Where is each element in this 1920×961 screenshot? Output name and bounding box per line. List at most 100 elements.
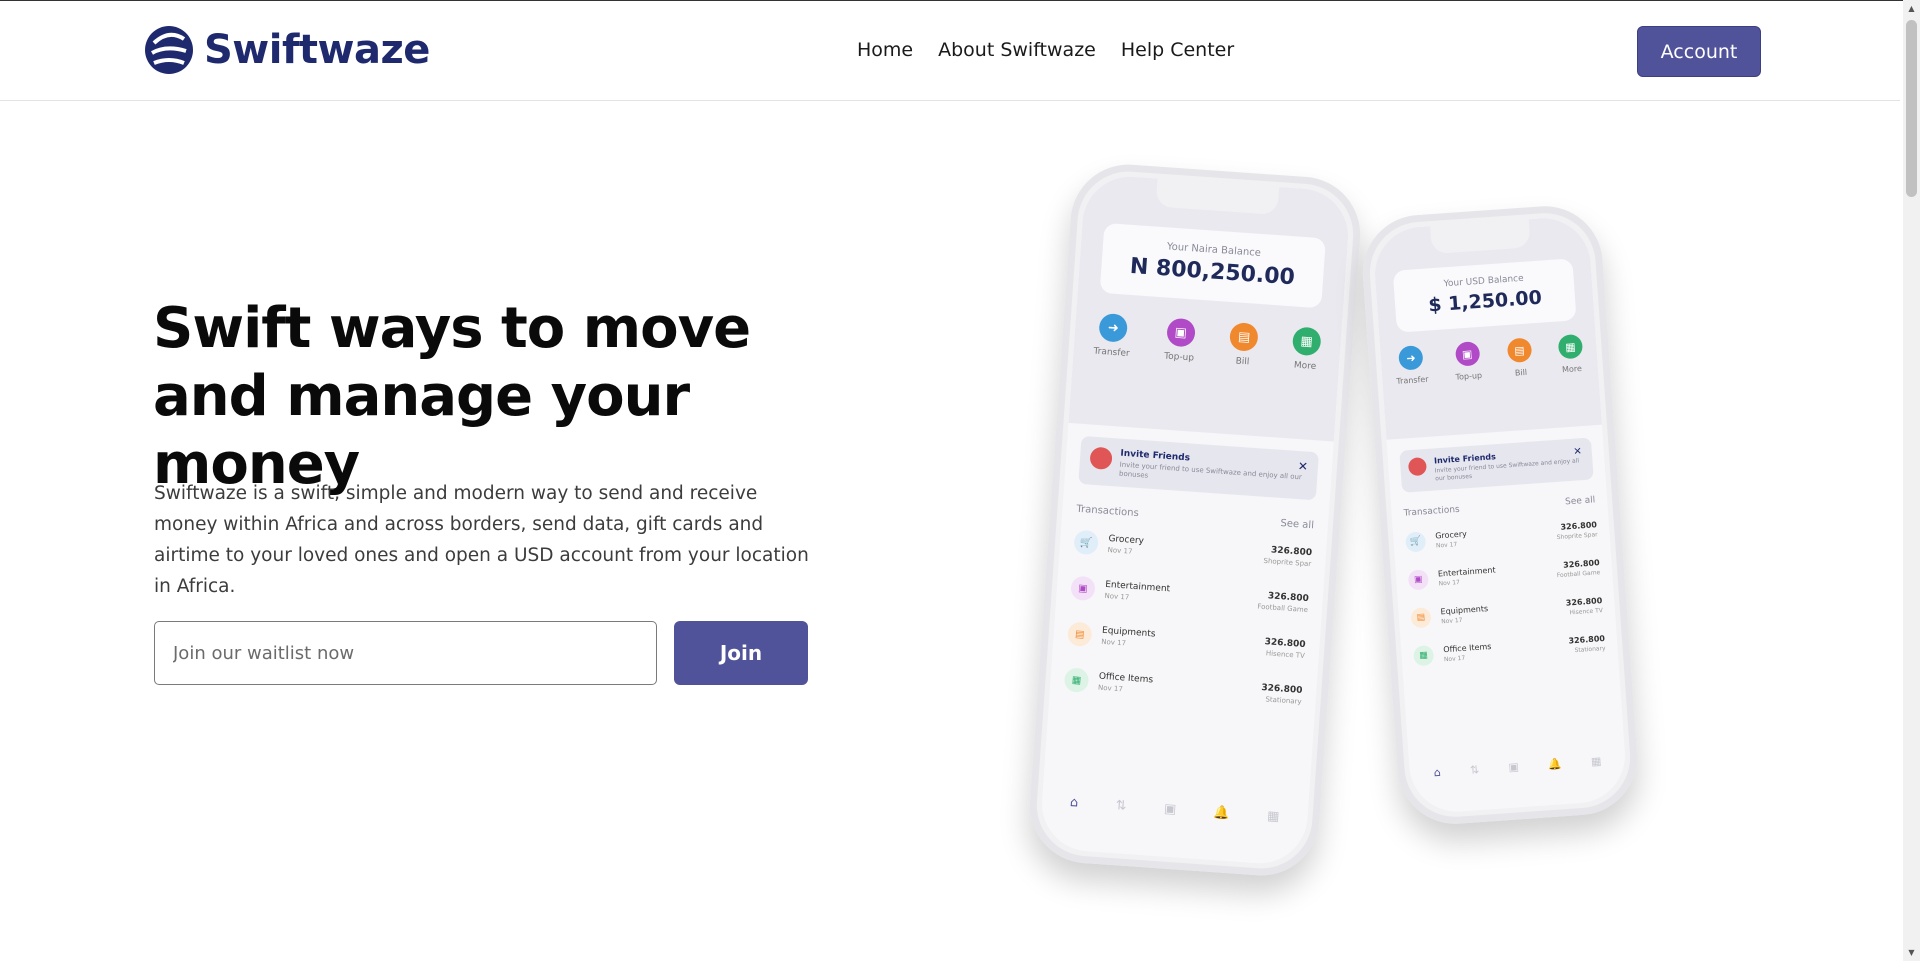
transaction-row: ▣ Entertainment Nov 17 326.800 Football Ga… xyxy=(1070,575,1310,617)
action-label: More xyxy=(1293,360,1317,373)
close-icon: ✕ xyxy=(1573,446,1583,458)
tx-amount: 326.800 xyxy=(1270,545,1313,559)
transaction-row: ▦ Office Items Nov 17 326.800 Stationary xyxy=(1412,633,1606,667)
transaction-row: ▤ Equipments Nov 17 326.800 Hisence TV xyxy=(1410,595,1604,629)
account-button[interactable]: Account xyxy=(1637,26,1761,77)
waitlist-email-input[interactable] xyxy=(154,621,657,685)
grid-icon: ▦ xyxy=(1291,326,1322,357)
tx-amount: 326.800 xyxy=(1560,520,1598,532)
grid-icon: ▦ xyxy=(1266,808,1280,825)
transfer-icon: ➜ xyxy=(1098,312,1129,343)
phone-tabbar: ⌂ ⇅ ▣ 🔔 ▦ xyxy=(1069,795,1280,825)
card-icon: ▣ xyxy=(1163,801,1177,818)
scroll-thumb[interactable] xyxy=(1906,20,1917,197)
tx-amount: 326.800 xyxy=(1264,637,1306,651)
equipment-icon: ▤ xyxy=(1410,607,1432,629)
tx-merchant: Stationary xyxy=(1574,644,1606,655)
grid-icon: ▦ xyxy=(1557,333,1584,360)
balance-card: Your USD Balance $ 1,250.00 xyxy=(1392,258,1577,333)
hero-description: Swiftwaze is a swift, simple and modern … xyxy=(154,483,809,597)
tx-merchant: Hisence TV xyxy=(1265,649,1306,660)
phone-tabbar: ⌂ ⇅ ▣ 🔔 ▦ xyxy=(1433,755,1601,780)
tx-merchant: Shoprite Spar xyxy=(1263,556,1312,569)
tx-merchant: Football Game xyxy=(1257,602,1309,615)
cart-icon: 🛒 xyxy=(1405,531,1427,553)
invite-friends-card: Invite Friends Invite your friend to use… xyxy=(1078,435,1320,501)
action-label: More xyxy=(1561,363,1583,375)
action-topup: ▣ Top-up xyxy=(1453,341,1482,382)
transfer-icon: ➜ xyxy=(1398,345,1424,371)
phone-mockups: Your Naira Balance N 800,250.00 ➜ Transf… xyxy=(1025,160,1690,890)
tx-amount: 326.800 xyxy=(1565,596,1603,608)
transactions-label: Transactions xyxy=(1076,503,1140,520)
tx-amount: 326.800 xyxy=(1568,633,1606,646)
action-transfer: ➜ Transfer xyxy=(1394,345,1429,386)
action-topup: ▣ Top-up xyxy=(1163,317,1197,364)
bell-icon: 🔔 xyxy=(1213,805,1231,822)
bill-icon: ▤ xyxy=(1229,322,1260,352)
main-nav: Home About Swiftwaze Help Center xyxy=(857,39,1234,61)
topup-icon: ▣ xyxy=(1165,317,1196,348)
transaction-row: 🛒 Grocery Nov 17 326.800 Shoprite Spar xyxy=(1405,519,1598,553)
transaction-list: 🛒 Grocery Nov 17 326.800 Shoprite Spar ▣ E… xyxy=(1405,519,1606,667)
grid-icon: ▦ xyxy=(1590,754,1602,769)
transaction-row: ▤ Equipments Nov 17 326.800 Hisence TV xyxy=(1066,621,1306,662)
hero-title: Swift ways to move and manage your money xyxy=(153,296,751,497)
see-all-link: See all xyxy=(1280,517,1315,532)
invite-friends-card: Invite Friends Invite your friend to use… xyxy=(1399,437,1594,493)
join-button[interactable]: Join xyxy=(674,621,808,685)
office-icon: ▦ xyxy=(1063,667,1090,693)
nav-help-center[interactable]: Help Center xyxy=(1121,39,1234,61)
screen-header xyxy=(1068,173,1352,442)
phone-usd-screen: Your USD Balance $ 1,250.00 ➜ Transfer ▣… xyxy=(1371,215,1629,815)
action-bill: ▤ Bill xyxy=(1506,337,1534,378)
transaction-row: ▣ Entertainment Nov 17 326.800 Football Ga… xyxy=(1407,557,1601,591)
tx-merchant: Hisence TV xyxy=(1569,607,1604,617)
transfer-arrows-icon: ⇅ xyxy=(1115,798,1128,814)
scroll-up-arrow-icon[interactable]: ▲ xyxy=(1903,0,1920,17)
phone-naira: Your Naira Balance N 800,250.00 ➜ Transf… xyxy=(1025,160,1365,880)
home-icon: ⌂ xyxy=(1069,794,1079,811)
tx-merchant: Shoprite Spar xyxy=(1556,531,1598,542)
entertainment-icon: ▣ xyxy=(1070,575,1096,602)
vertical-scrollbar[interactable]: ▲ ▼ xyxy=(1903,0,1920,961)
action-label: Bill xyxy=(1235,356,1250,368)
transactions-label: Transactions xyxy=(1403,504,1461,519)
nav-about[interactable]: About Swiftwaze xyxy=(938,39,1096,61)
home-icon: ⌂ xyxy=(1433,765,1442,780)
transaction-list: 🛒 Grocery Nov 17 326.800 Shoprite Spar ▣ E… xyxy=(1063,529,1313,708)
megaphone-icon xyxy=(1407,457,1428,477)
action-more: ▦ More xyxy=(1557,333,1585,375)
topup-icon: ▣ xyxy=(1454,341,1481,367)
action-label: Top-up xyxy=(1455,370,1483,382)
close-icon: ✕ xyxy=(1297,459,1309,474)
action-label: Bill xyxy=(1514,367,1528,378)
swiftwaze-logo-icon xyxy=(145,26,193,74)
action-label: Top-up xyxy=(1163,351,1195,364)
transaction-row: 🛒 Grocery Nov 17 326.800 Shoprite Spar xyxy=(1073,529,1313,571)
transaction-row: ▦ Office Items Nov 17 326.800 Stationary xyxy=(1063,667,1303,708)
office-icon: ▦ xyxy=(1412,644,1435,667)
see-all-link: See all xyxy=(1564,495,1596,508)
scroll-down-arrow-icon[interactable]: ▼ xyxy=(1903,944,1920,961)
bell-icon: 🔔 xyxy=(1547,757,1563,772)
transactions-header: Transactions See all xyxy=(1076,504,1314,532)
tx-merchant: Stationary xyxy=(1265,695,1302,706)
bill-icon: ▤ xyxy=(1506,337,1533,364)
action-more: ▦ More xyxy=(1291,326,1322,372)
action-transfer: ➜ Transfer xyxy=(1093,312,1132,359)
logo[interactable]: Swiftwaze xyxy=(144,19,430,81)
entertainment-icon: ▣ xyxy=(1407,569,1429,591)
tx-amount: 326.800 xyxy=(1261,683,1303,696)
tx-amount: 326.800 xyxy=(1267,591,1310,605)
logo-text: Swiftwaze xyxy=(204,27,430,73)
phone-usd: Your USD Balance $ 1,250.00 ➜ Transfer ▣… xyxy=(1359,202,1641,828)
megaphone-icon xyxy=(1089,446,1113,471)
card-icon: ▣ xyxy=(1508,760,1520,775)
phone-naira-screen: Your Naira Balance N 800,250.00 ➜ Transf… xyxy=(1038,173,1352,867)
transactions-header: Transactions See all xyxy=(1403,495,1595,518)
transfer-arrows-icon: ⇅ xyxy=(1469,763,1480,777)
tx-merchant: Football Game xyxy=(1556,569,1601,580)
cart-icon: 🛒 xyxy=(1073,529,1099,556)
nav-home[interactable]: Home xyxy=(857,39,913,61)
